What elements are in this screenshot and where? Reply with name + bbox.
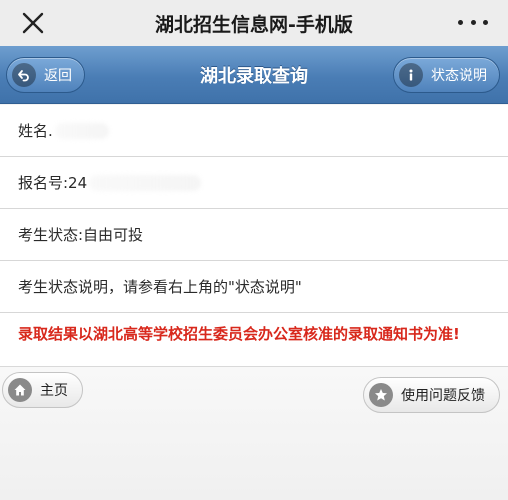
back-arrow-icon: [12, 63, 36, 87]
footer: 主页 使用问题反馈: [0, 366, 508, 500]
app-title: 湖北招生信息网-手机版: [155, 13, 353, 36]
close-icon[interactable]: [20, 10, 46, 36]
registration-label: 报名号:24: [18, 174, 88, 192]
status-info-button[interactable]: 状态说明: [393, 57, 500, 93]
result-list: 姓名. 报名号:24 考生状态:自由可投 考生状态说明，请参看右上角的"状态说明…: [0, 105, 508, 375]
home-icon: [8, 378, 32, 402]
back-button[interactable]: 返回: [6, 57, 85, 93]
feedback-label: 使用问题反馈: [401, 388, 485, 404]
exam-status-row: 考生状态:自由可投: [0, 209, 508, 261]
home-button[interactable]: 主页: [2, 372, 83, 408]
page-title: 湖北录取查询: [200, 65, 308, 87]
page-header: 返回 湖北录取查询 状态说明: [0, 46, 508, 104]
redacted-name: [54, 122, 109, 139]
home-label: 主页: [40, 383, 68, 399]
name-label: 姓名.: [18, 122, 53, 140]
name-row: 姓名.: [0, 105, 508, 157]
star-icon: [369, 383, 393, 407]
registration-row: 报名号:24: [0, 157, 508, 209]
back-label: 返回: [44, 68, 72, 84]
info-icon: [399, 63, 423, 87]
status-description-row: 考生状态说明，请参看右上角的"状态说明": [0, 261, 508, 313]
admission-notice-text: 录取结果以湖北高等学校招生委员会办公室核准的录取通知书为准!: [18, 325, 460, 343]
dot: [483, 19, 488, 25]
status-info-label: 状态说明: [431, 68, 487, 84]
more-icon[interactable]: [458, 12, 488, 32]
app-window: 湖北招生信息网-手机版 返回 湖北录取查询 状态说明 姓名. 报名号:24 考生…: [0, 0, 508, 500]
dot: [458, 19, 463, 25]
top-bar: 湖北招生信息网-手机版: [0, 0, 508, 46]
redacted-registration-number: [89, 174, 202, 191]
feedback-button[interactable]: 使用问题反馈: [363, 377, 500, 413]
status-description-text: 考生状态说明，请参看右上角的"状态说明": [18, 278, 302, 296]
exam-status-text: 考生状态:自由可投: [18, 226, 144, 244]
dot: [470, 19, 476, 25]
